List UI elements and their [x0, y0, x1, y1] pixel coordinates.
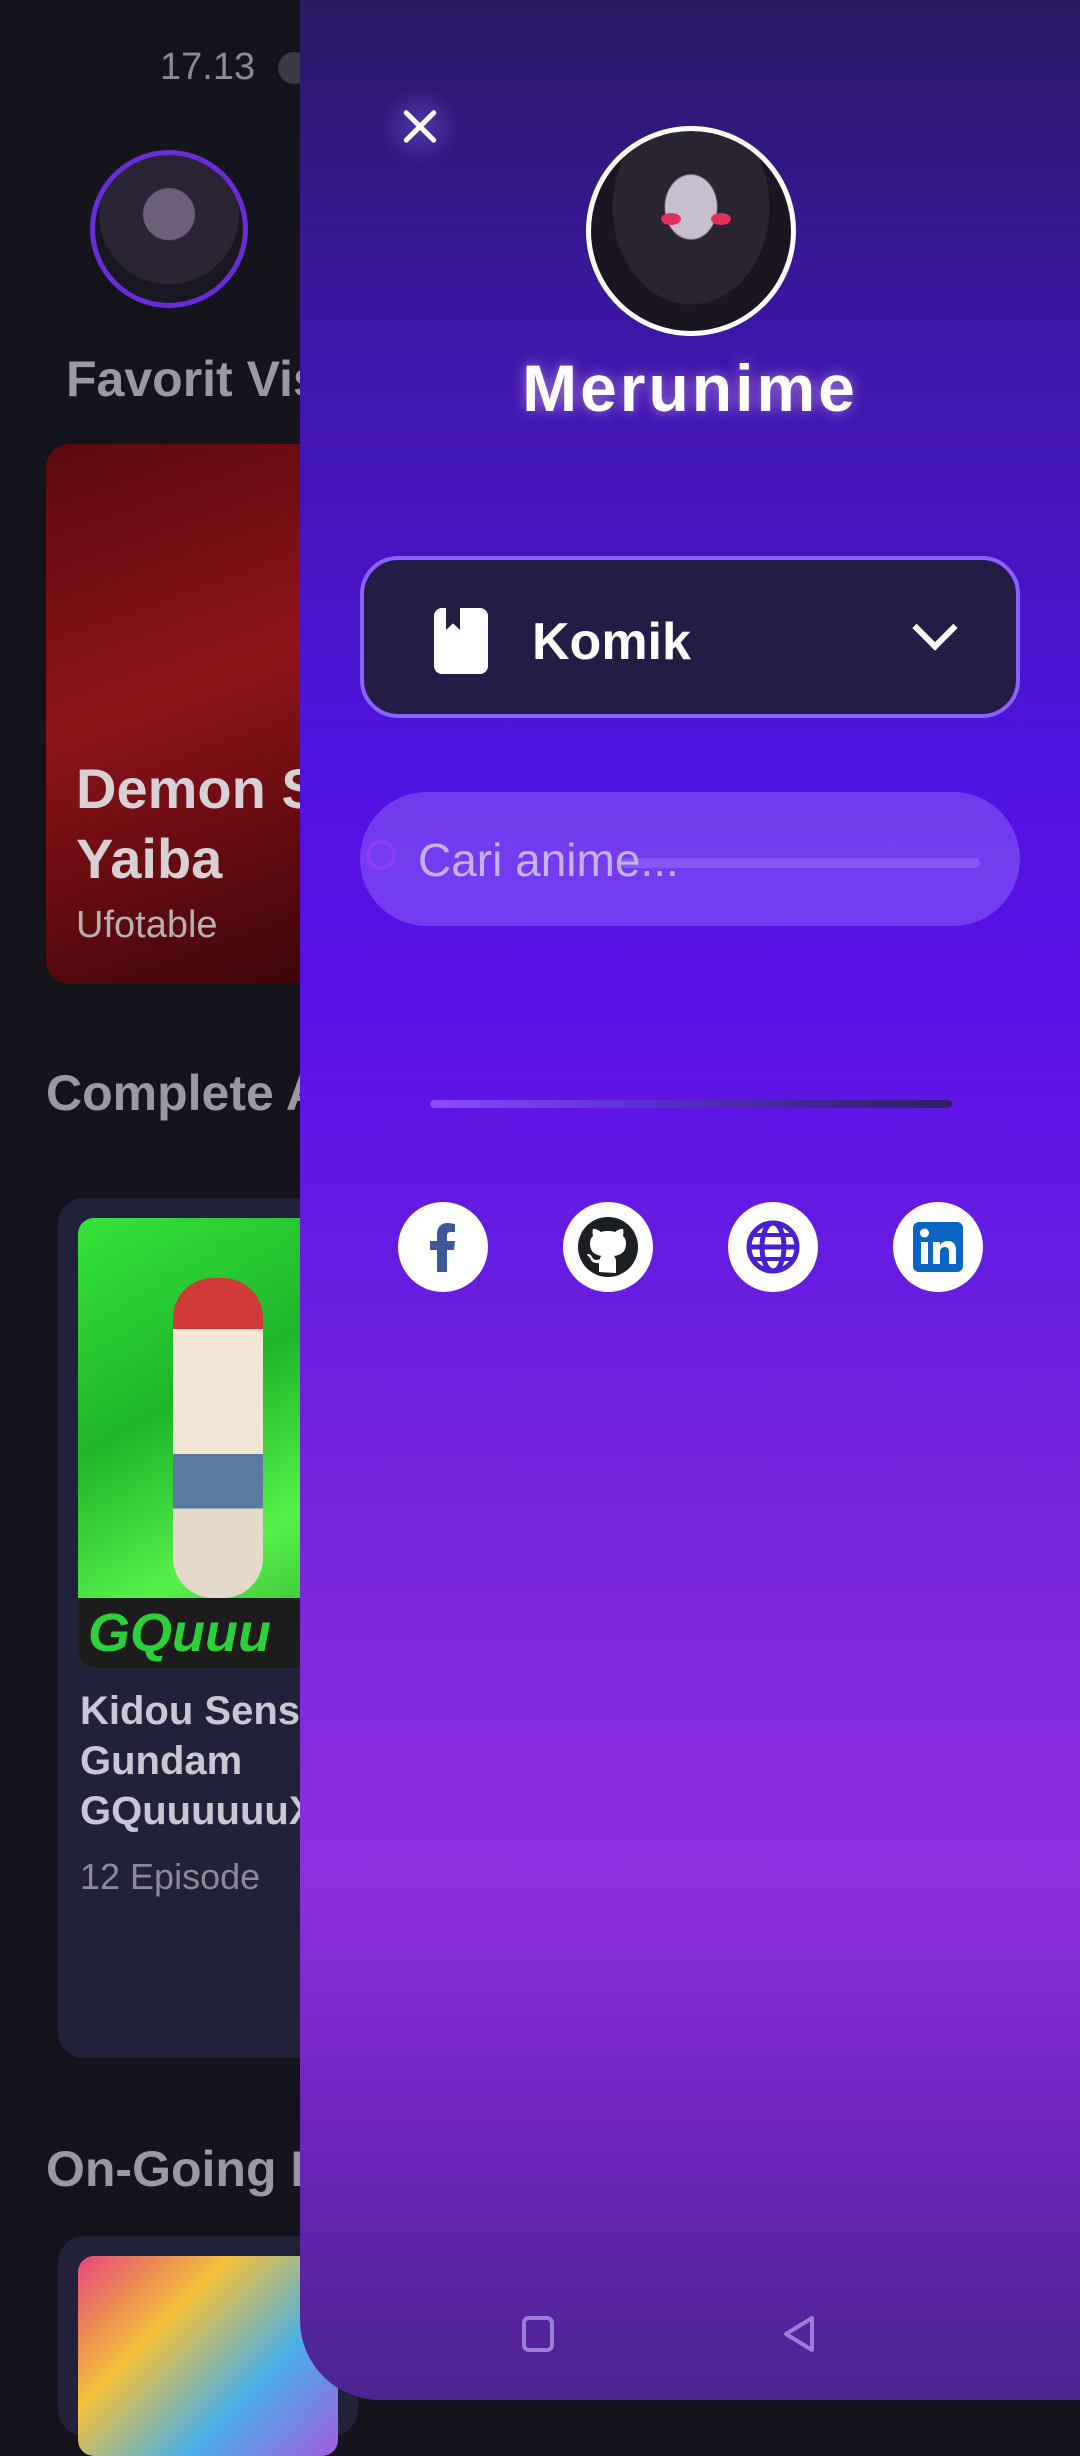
linkedin-link[interactable] — [893, 1202, 983, 1292]
hero-title: Demon S Yaiba — [76, 757, 319, 890]
anime-episodes: 12 Episode — [80, 1856, 261, 1897]
status-time: 17.13 — [160, 46, 256, 88]
linkedin-icon — [913, 1222, 963, 1272]
side-drawer: Merunime Komik — [300, 0, 1080, 2400]
brand-avatar — [586, 126, 796, 336]
github-icon — [578, 1217, 638, 1277]
ongoing-poster — [78, 2256, 338, 2456]
poster-character — [173, 1278, 263, 1598]
chevron-down-icon — [912, 605, 958, 651]
search-box[interactable] — [360, 792, 1020, 926]
globe-icon — [746, 1220, 800, 1274]
hero-studio: Ufotable — [76, 904, 218, 946]
avatar-eye-left — [661, 213, 681, 225]
anime-poster: GQuuu — [78, 1218, 338, 1668]
ongoing-heading: On-Going H — [46, 2141, 327, 2197]
facebook-link[interactable] — [398, 1202, 488, 1292]
close-button[interactable] — [380, 86, 460, 166]
poster-logo: GQuuu — [78, 1598, 338, 1668]
brand-title: Merunime — [522, 351, 858, 425]
mode-select[interactable]: Komik — [360, 556, 1020, 718]
back-nav-icon[interactable] — [780, 2314, 820, 2354]
favorite-heading: Favorit Vis — [66, 351, 321, 407]
github-link[interactable] — [563, 1202, 653, 1292]
recent-apps-icon[interactable] — [522, 2316, 554, 2352]
search-input[interactable] — [416, 826, 980, 894]
book-icon — [434, 608, 488, 674]
search-icon — [366, 840, 396, 870]
avatar-eye-right — [711, 213, 731, 225]
complete-heading: Complete A — [46, 1065, 322, 1121]
divider — [430, 1100, 952, 1108]
avatar[interactable] — [90, 150, 248, 308]
mode-select-value: Komik — [532, 613, 691, 671]
website-link[interactable] — [728, 1202, 818, 1292]
facebook-icon — [430, 1223, 455, 1272]
